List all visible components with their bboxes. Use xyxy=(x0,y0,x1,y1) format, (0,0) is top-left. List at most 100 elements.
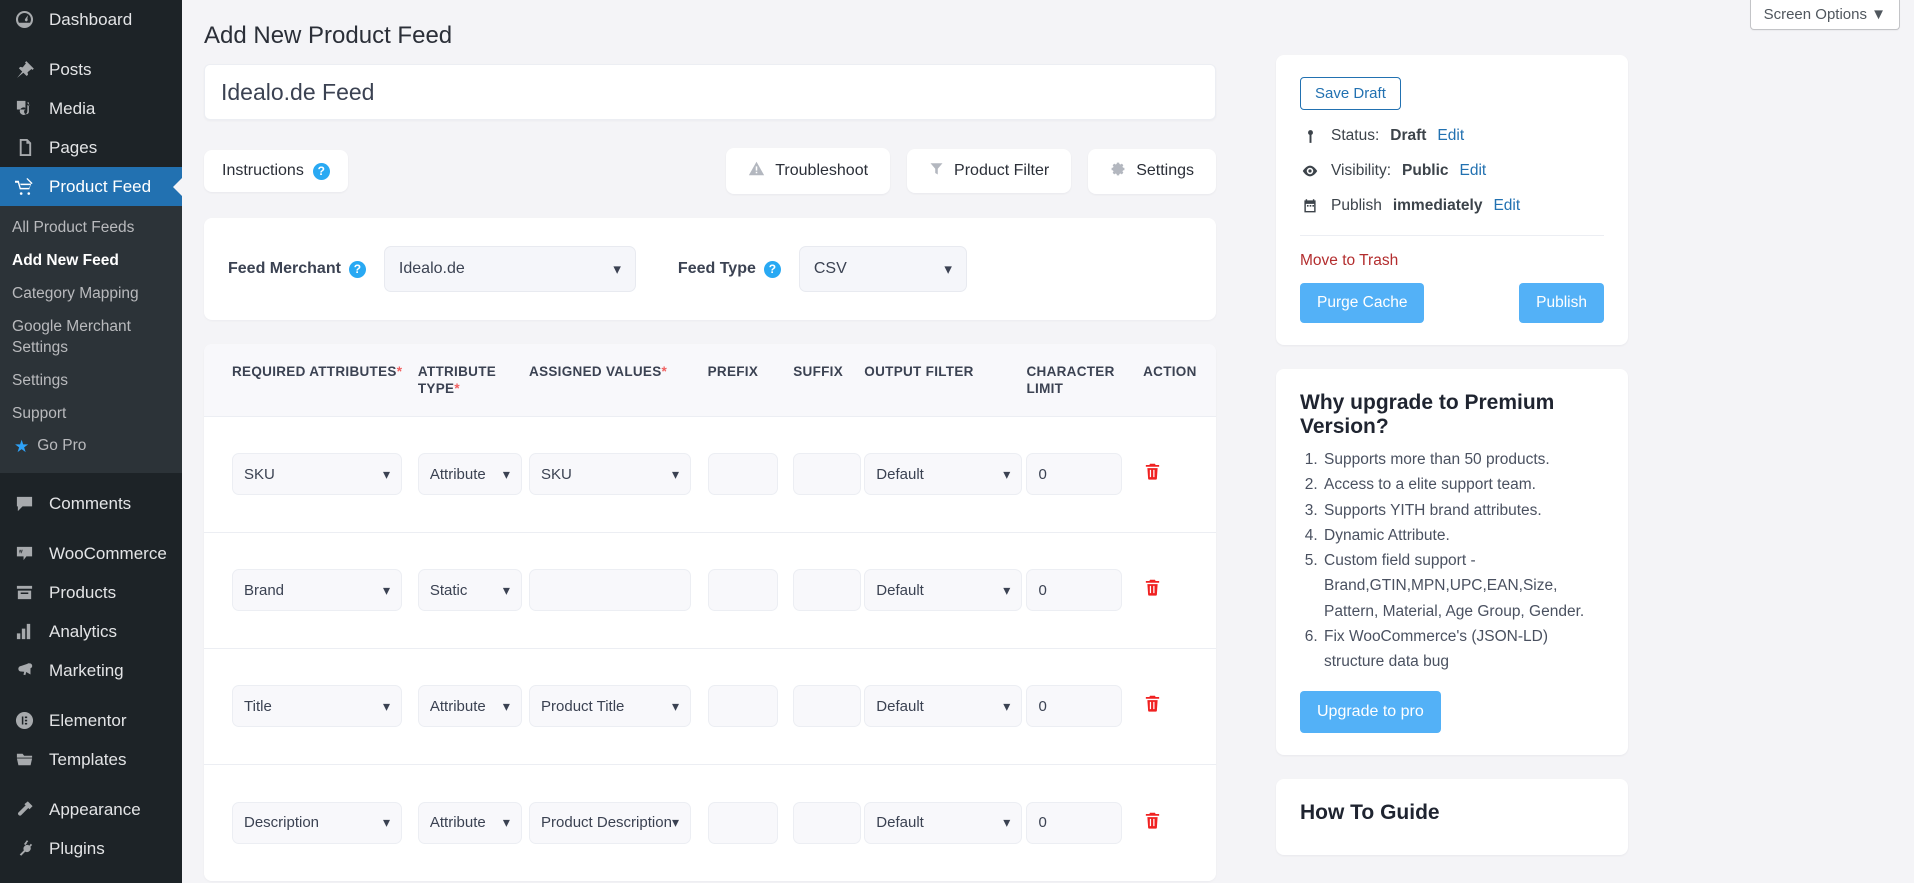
sidebar-item-label: Marketing xyxy=(49,661,124,681)
move-to-trash-link[interactable]: Move to Trash xyxy=(1300,252,1398,270)
sidebar-item-product-feed[interactable]: Product Feed xyxy=(0,167,182,206)
suffix-input[interactable] xyxy=(793,802,861,844)
assigned-value-select[interactable]: Product Description▾ xyxy=(529,802,691,844)
purge-cache-button[interactable]: Purge Cache xyxy=(1300,283,1424,323)
suffix-input[interactable] xyxy=(793,685,861,727)
sidebar-item-comments[interactable]: Comments xyxy=(0,484,182,523)
suffix-input[interactable] xyxy=(793,569,861,611)
assigned-value-input[interactable] xyxy=(529,569,691,611)
sidebar-subitem-label: Google Merchant Settings xyxy=(12,318,131,356)
sidebar-item-posts[interactable]: Posts xyxy=(0,50,182,89)
sidebar-subitem-add-new-feed[interactable]: Add New Feed xyxy=(0,245,182,278)
sidebar-item-templates[interactable]: Templates xyxy=(0,740,182,779)
elementor-icon xyxy=(12,710,36,732)
cell-suffix xyxy=(793,569,864,611)
feed-title-input[interactable] xyxy=(204,64,1216,120)
table-header-row: REQUIRED ATTRIBUTES* ATTRIBUTE TYPE* ASS… xyxy=(204,344,1216,417)
th-assigned-values: ASSIGNED VALUES* xyxy=(529,364,708,381)
prefix-input[interactable] xyxy=(708,685,778,727)
filter-icon xyxy=(929,161,944,181)
sidebar-item-dashboard[interactable]: Dashboard xyxy=(0,0,182,39)
attribute-type-text: Attribute xyxy=(430,814,486,831)
sidebar-item-label: Media xyxy=(49,99,95,119)
required-attribute-select[interactable]: Brand▾ xyxy=(232,569,402,611)
sidebar-item-pages[interactable]: Pages xyxy=(0,128,182,167)
chevron-down-icon: ▾ xyxy=(944,260,952,278)
sidebar-item-elementor[interactable]: Elementor xyxy=(0,701,182,740)
sidebar-subitem-label: Support xyxy=(12,405,66,422)
delete-row-icon[interactable] xyxy=(1143,694,1162,713)
settings-button[interactable]: Settings xyxy=(1088,149,1216,194)
status-edit-link[interactable]: Edit xyxy=(1437,127,1464,145)
assigned-value-select[interactable]: Product Title▾ xyxy=(529,685,691,727)
sidebar-item-products[interactable]: Products xyxy=(0,573,182,612)
sidebar-item-analytics[interactable]: Analytics xyxy=(0,612,182,651)
feed-type-select[interactable]: CSV ▾ xyxy=(799,246,967,292)
upgrade-to-pro-button[interactable]: Upgrade to pro xyxy=(1300,691,1441,733)
instructions-tab[interactable]: Instructions ? xyxy=(204,150,348,192)
sidebar-subitem-label: Go Pro xyxy=(37,436,86,457)
sidebar-item-woocommerce[interactable]: WooCommerce xyxy=(0,534,182,573)
sidebar-divider xyxy=(0,779,182,790)
required-attribute-select[interactable]: Description▾ xyxy=(232,802,402,844)
publish-button[interactable]: Publish xyxy=(1519,283,1604,323)
help-icon[interactable]: ? xyxy=(764,261,781,278)
attributes-table: REQUIRED ATTRIBUTES* ATTRIBUTE TYPE* ASS… xyxy=(204,344,1216,881)
sidebar-item-label: WooCommerce xyxy=(49,544,167,564)
right-column: Save Draft Status: Draft Edit Visib xyxy=(1276,0,1628,881)
product-filter-label: Product Filter xyxy=(954,162,1049,180)
sidebar-subitem-go-pro[interactable]: ★ Go Pro xyxy=(0,430,182,463)
output-filter-select[interactable]: Default▾ xyxy=(864,569,1022,611)
suffix-input[interactable] xyxy=(793,453,861,495)
attribute-type-select[interactable]: Static▾ xyxy=(418,569,522,611)
help-icon[interactable]: ? xyxy=(349,261,366,278)
premium-upgrade-box: Why upgrade to Premium Version? Supports… xyxy=(1276,369,1628,755)
save-draft-button[interactable]: Save Draft xyxy=(1300,77,1401,110)
attribute-type-select[interactable]: Attribute▾ xyxy=(418,685,522,727)
attribute-type-select[interactable]: Attribute▾ xyxy=(418,453,522,495)
feed-merchant-select[interactable]: Idealo.de ▾ xyxy=(384,246,636,292)
screen-options-button[interactable]: Screen Options ▼ xyxy=(1750,0,1900,30)
prefix-input[interactable] xyxy=(708,569,778,611)
required-attribute-select[interactable]: Title▾ xyxy=(232,685,402,727)
sidebar-item-plugins[interactable]: Plugins xyxy=(0,829,182,868)
troubleshoot-button[interactable]: Troubleshoot xyxy=(726,148,890,194)
attribute-type-select[interactable]: Attribute▾ xyxy=(418,802,522,844)
output-filter-select[interactable]: Default▾ xyxy=(864,453,1022,495)
prefix-input[interactable] xyxy=(708,802,778,844)
visibility-line: Visibility: Public Edit xyxy=(1300,162,1604,180)
visibility-edit-link[interactable]: Edit xyxy=(1460,162,1487,180)
delete-row-icon[interactable] xyxy=(1143,462,1162,481)
delete-row-icon[interactable] xyxy=(1143,811,1162,830)
sidebar-subitem-settings[interactable]: Settings xyxy=(0,365,182,398)
prefix-input[interactable] xyxy=(708,453,778,495)
cell-assigned-value xyxy=(529,569,708,611)
product-filter-button[interactable]: Product Filter xyxy=(907,149,1071,193)
cell-required-attribute: Description▾ xyxy=(204,802,418,844)
character-limit-input[interactable] xyxy=(1026,453,1122,495)
table-row: Brand▾ Static▾ Default▾ xyxy=(204,533,1216,649)
media-icon xyxy=(12,98,36,120)
output-filter-select[interactable]: Default▾ xyxy=(864,802,1022,844)
cell-prefix xyxy=(708,453,794,495)
visibility-value: Public xyxy=(1402,162,1449,180)
sidebar-item-media[interactable]: Media xyxy=(0,89,182,128)
sidebar-item-appearance[interactable]: Appearance xyxy=(0,790,182,829)
sidebar-item-marketing[interactable]: Marketing xyxy=(0,651,182,690)
character-limit-input[interactable] xyxy=(1026,685,1122,727)
publish-edit-link[interactable]: Edit xyxy=(1493,197,1520,215)
character-limit-input[interactable] xyxy=(1026,802,1122,844)
help-icon[interactable]: ? xyxy=(313,163,330,180)
admin-page: Dashboard Posts Media Pages Produc xyxy=(0,0,1914,883)
assigned-value-select[interactable]: SKU▾ xyxy=(529,453,691,495)
delete-row-icon[interactable] xyxy=(1143,578,1162,597)
sidebar-subitem-google-merchant-settings[interactable]: Google Merchant Settings xyxy=(0,311,182,365)
output-filter-select[interactable]: Default▾ xyxy=(864,685,1022,727)
sidebar-subitem-support[interactable]: Support xyxy=(0,398,182,431)
character-limit-input[interactable] xyxy=(1026,569,1122,611)
required-attribute-select[interactable]: SKU▾ xyxy=(232,453,402,495)
sidebar-subitem-all-product-feeds[interactable]: All Product Feeds xyxy=(0,212,182,245)
sidebar-subitem-category-mapping[interactable]: Category Mapping xyxy=(0,278,182,311)
publish-label: Publish xyxy=(1331,197,1382,215)
cell-assigned-value: SKU▾ xyxy=(529,453,708,495)
